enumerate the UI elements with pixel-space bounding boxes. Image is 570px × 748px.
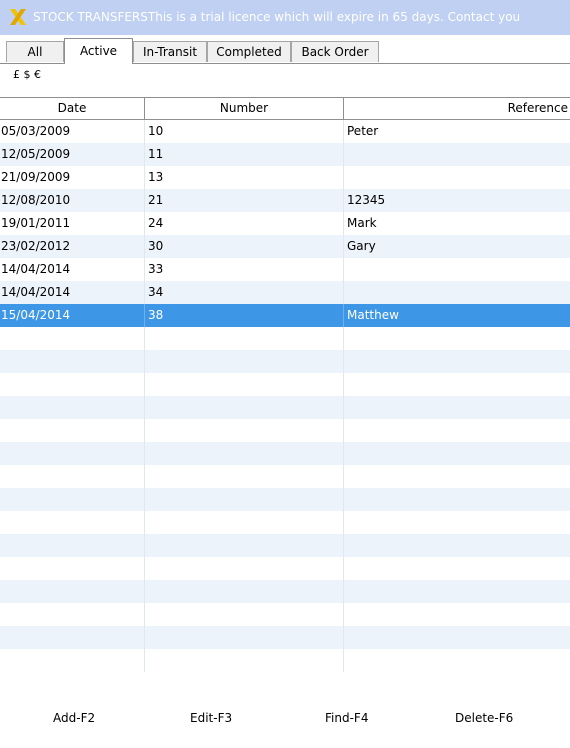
tab-in-transit[interactable]: In-Transit: [133, 41, 207, 62]
tab-back-order[interactable]: Back Order: [291, 41, 379, 62]
table-row[interactable]: 12/08/2010 21 12345: [0, 189, 570, 212]
title-bar: STOCK TRANSFERSThis is a trial licence w…: [0, 0, 570, 35]
empty-row: [0, 603, 570, 626]
reference-cell: Mark: [347, 216, 377, 230]
status-tabs: All Active In-Transit Completed Back Ord…: [0, 38, 570, 64]
table-row[interactable]: 19/01/2011 24 Mark: [0, 212, 570, 235]
delete-button[interactable]: Delete-F6: [455, 708, 513, 728]
reference-cell: [344, 166, 570, 189]
date-cell: 14/04/2014: [0, 258, 145, 281]
column-header-date[interactable]: Date: [0, 98, 145, 119]
tab-all[interactable]: All: [6, 41, 64, 62]
empty-row: [0, 465, 570, 488]
column-header-reference[interactable]: Reference: [344, 98, 570, 119]
date-cell: 21/09/2009: [0, 166, 145, 189]
empty-row: [0, 442, 570, 465]
column-header-number[interactable]: Number: [145, 98, 344, 119]
reference-cell: [344, 281, 570, 304]
number-cell: 24: [145, 212, 344, 235]
number-cell: 34: [145, 281, 344, 304]
reference-cell: [344, 143, 570, 166]
empty-row: [0, 396, 570, 419]
table-row[interactable]: 14/04/2014 34: [0, 281, 570, 304]
date-cell: 23/02/2012: [0, 235, 145, 258]
number-cell: 13: [145, 166, 344, 189]
empty-row: [0, 350, 570, 373]
empty-row: [0, 488, 570, 511]
table-row[interactable]: 23/02/2012 30 Gary: [0, 235, 570, 258]
empty-row: [0, 327, 570, 350]
empty-row: [0, 511, 570, 534]
reference-cell: Peter: [347, 124, 379, 138]
table-row[interactable]: 05/03/2009 10 Peter: [0, 120, 570, 143]
number-cell: 21: [145, 189, 344, 212]
date-cell: 14/04/2014: [0, 281, 145, 304]
table-row[interactable]: 14/04/2014 33: [0, 258, 570, 281]
date-cell: 05/03/2009: [0, 120, 145, 143]
table-header: Date Number Reference: [0, 98, 570, 120]
date-cell: 12/05/2009: [0, 143, 145, 166]
currency-selector[interactable]: £ $ €: [13, 68, 41, 81]
table-row[interactable]: 12/05/2009 11: [0, 143, 570, 166]
empty-row: [0, 580, 570, 603]
tab-completed[interactable]: Completed: [207, 41, 291, 62]
action-bar: Add-F2 Edit-F3 Find-F4 Delete-F6: [0, 688, 570, 748]
tab-active[interactable]: Active: [64, 38, 133, 64]
empty-row: [0, 626, 570, 649]
table-row-selected[interactable]: 15/04/2014 38 Matthew: [0, 304, 570, 327]
table-row[interactable]: 21/09/2009 13: [0, 166, 570, 189]
reference-cell: [344, 258, 570, 281]
empty-row: [0, 649, 570, 672]
edit-button[interactable]: Edit-F3: [190, 708, 232, 728]
reference-cell: 12345: [347, 193, 386, 207]
date-cell: 12/08/2010: [0, 189, 145, 212]
empty-row: [0, 534, 570, 557]
reference-cell: Gary: [347, 239, 376, 253]
find-button[interactable]: Find-F4: [325, 708, 368, 728]
number-cell: 11: [145, 143, 344, 166]
date-cell: 19/01/2011: [0, 212, 145, 235]
empty-row: [0, 419, 570, 442]
number-cell: 33: [145, 258, 344, 281]
number-cell: 10: [145, 120, 344, 143]
transfers-table: Date Number Reference 05/03/2009 10 Pete…: [0, 97, 570, 689]
date-cell: 15/04/2014: [0, 304, 145, 327]
reference-cell: Matthew: [347, 308, 399, 322]
number-cell: 38: [145, 304, 344, 327]
x-logo-icon: [10, 9, 26, 25]
add-button[interactable]: Add-F2: [53, 708, 95, 728]
window-title: STOCK TRANSFERSThis is a trial licence w…: [33, 10, 521, 24]
empty-row: [0, 557, 570, 580]
number-cell: 30: [145, 235, 344, 258]
empty-row: [0, 373, 570, 396]
